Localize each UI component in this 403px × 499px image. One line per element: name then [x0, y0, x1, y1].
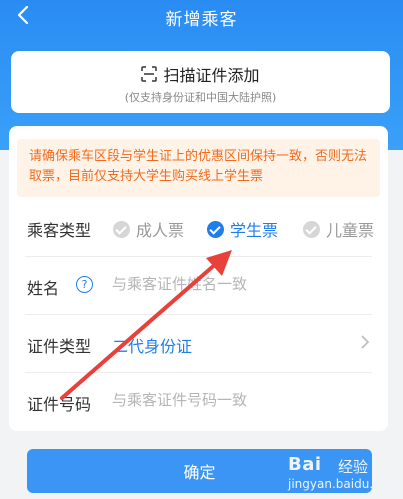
name-row: 姓名 ?: [9, 257, 388, 315]
option-child-ticket[interactable]: 儿童票: [303, 217, 374, 241]
baidu-watermark: Bai 经验 jingyan.baidu.com: [280, 452, 399, 496]
student-notice: 请确保乘车区段与学生证上的优惠区间保持一致，否则无法取票，目前仅支持大学生购买线…: [17, 139, 380, 197]
cert-no-input[interactable]: [112, 387, 312, 413]
question-circle-icon[interactable]: ?: [76, 276, 93, 293]
scan-label: 扫描证件添加: [163, 66, 260, 85]
scan-subtitle: (仅支持身份证和中国大陆护照): [124, 91, 277, 104]
page-title: 新增乘客: [165, 9, 238, 30]
cert-type-row[interactable]: 证件类型 二代身份证: [9, 315, 388, 373]
check-icon: [207, 220, 224, 238]
watermark-brand: Bai: [288, 454, 322, 475]
passenger-form: 请确保乘车区段与学生证上的优惠区间保持一致，否则无法取票，目前仅支持大学生购买线…: [9, 126, 388, 431]
name-label: 姓名: [27, 279, 60, 298]
chevron-right-icon[interactable]: [360, 335, 370, 349]
scan-card[interactable]: 扫描证件添加 (仅支持身份证和中国大陆护照): [11, 51, 390, 113]
cert-no-row: 证件号码: [9, 373, 388, 431]
scan-icon: [141, 66, 158, 82]
passenger-type-label: 乘客类型: [27, 221, 92, 240]
back-arrow-icon[interactable]: [14, 4, 34, 26]
cert-type-select[interactable]: 二代身份证: [112, 333, 192, 357]
option-adult-ticket[interactable]: 成人票: [113, 217, 184, 241]
scan-button[interactable]: 扫描证件添加: [11, 62, 390, 86]
navbar: 新增乘客: [0, 0, 403, 34]
passenger-type-row: 乘客类型 成人票 学生票 儿童票: [9, 199, 388, 257]
check-icon: [113, 220, 130, 238]
cert-no-label: 证件号码: [27, 395, 92, 414]
watermark-tail: 经验: [338, 458, 369, 476]
check-icon: [303, 220, 320, 238]
name-input[interactable]: [112, 271, 312, 297]
watermark-url: jingyan.baidu.com: [288, 477, 399, 491]
option-student-ticket[interactable]: 学生票: [207, 217, 278, 241]
cert-type-label: 证件类型: [27, 337, 92, 356]
